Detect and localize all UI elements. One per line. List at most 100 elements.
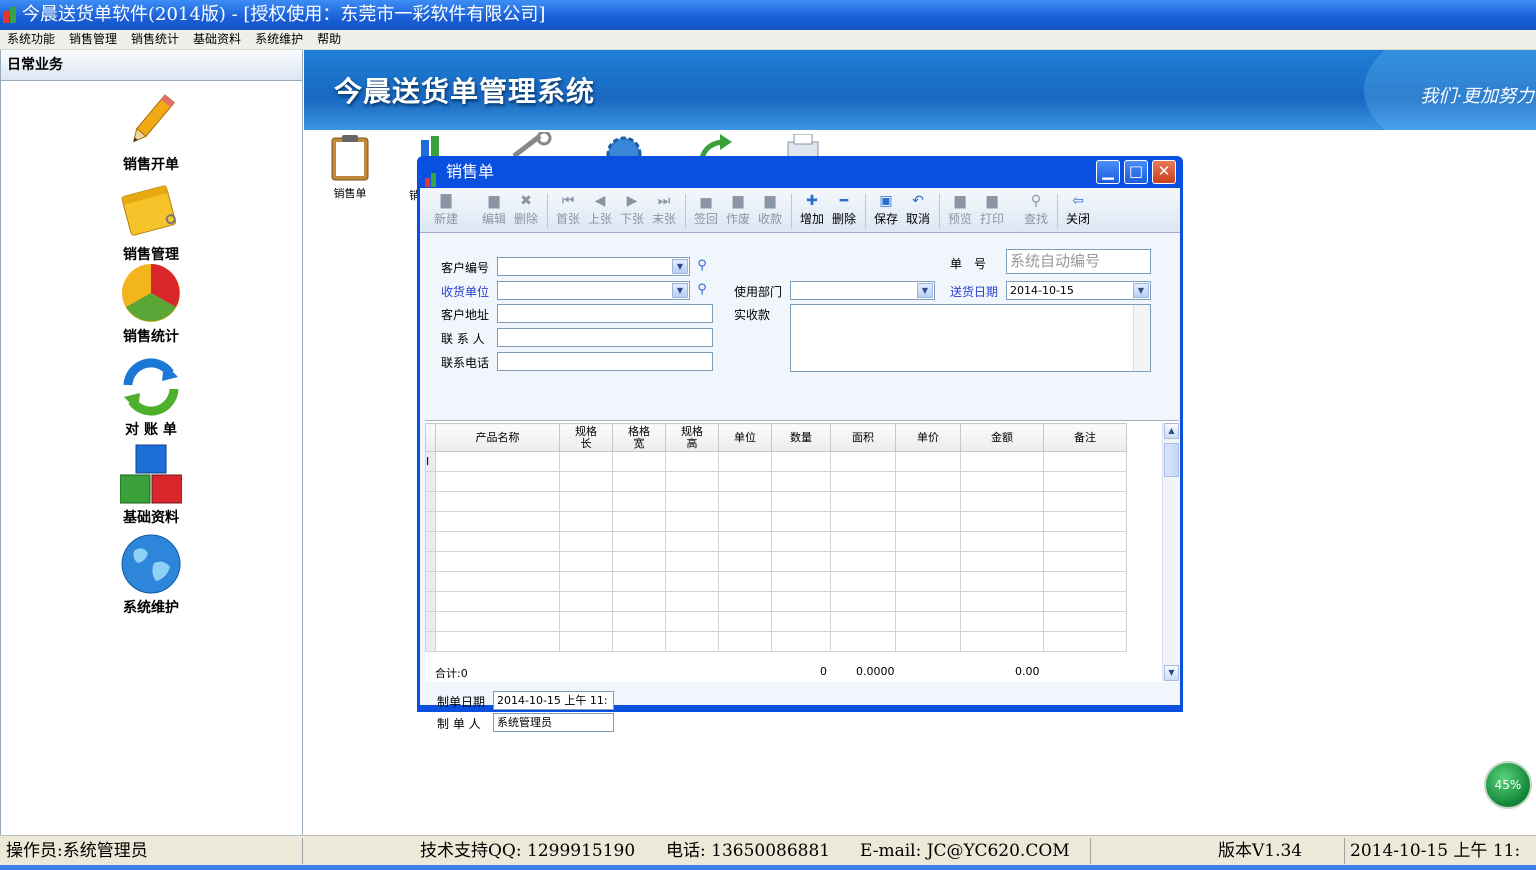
grid-cell[interactable]	[612, 591, 666, 612]
grid-cell[interactable]	[830, 531, 896, 552]
grid-cell[interactable]	[960, 551, 1044, 572]
grid-cell[interactable]	[895, 551, 961, 572]
creator-field[interactable]: 系统管理员	[493, 713, 614, 732]
column-header[interactable]: 单位	[718, 423, 772, 452]
sidebar-item-system-maintenance[interactable]: 系统维护	[106, 533, 196, 617]
grid-cell[interactable]	[895, 491, 961, 512]
row-header[interactable]	[425, 491, 436, 512]
search-icon[interactable]: ⚲	[694, 258, 710, 274]
grid-cell[interactable]	[1043, 511, 1127, 532]
menu-sales-statistics[interactable]: 销售统计	[124, 30, 186, 49]
grid-cell[interactable]	[830, 611, 896, 632]
table-row[interactable]	[425, 551, 1127, 572]
sign-back-button[interactable]: ▅ 签回	[690, 192, 722, 227]
product-grid[interactable]: 产品名称 规格长 格格宽 规格高 单位 数量 面积 单价 金额 备注 I ▲ ▼	[425, 420, 1179, 682]
grid-cell[interactable]	[771, 511, 831, 532]
maximize-button[interactable]: □	[1124, 160, 1148, 184]
save-button[interactable]: ▣ 保存	[870, 192, 902, 227]
grid-cell[interactable]	[718, 591, 772, 612]
column-header[interactable]: 金额	[960, 423, 1044, 452]
grid-cell[interactable]	[960, 471, 1044, 492]
next-record-button[interactable]: ▶ 下张	[616, 192, 648, 227]
grid-cell[interactable]	[435, 491, 560, 512]
grid-cell[interactable]	[665, 551, 719, 572]
textarea-scrollbar[interactable]	[1133, 305, 1150, 371]
row-header[interactable]	[425, 551, 436, 572]
column-header[interactable]: 单价	[895, 423, 961, 452]
scroll-down-icon[interactable]: ▼	[1164, 665, 1179, 681]
grid-cell[interactable]	[435, 471, 560, 492]
search-icon[interactable]: ⚲	[694, 282, 710, 298]
row-header[interactable]	[425, 591, 436, 612]
grid-cell[interactable]	[895, 591, 961, 612]
grid-cell[interactable]	[612, 511, 666, 532]
column-header[interactable]: 规格长	[559, 423, 613, 452]
grid-cell[interactable]	[665, 571, 719, 592]
grid-cell[interactable]	[960, 451, 1044, 472]
column-header[interactable]: 数量	[771, 423, 831, 452]
grid-scrollbar[interactable]: ▲ ▼	[1162, 423, 1179, 681]
order-no-input[interactable]: 系统自动编号	[1006, 249, 1151, 274]
grid-cell[interactable]	[960, 631, 1044, 652]
find-button[interactable]: ⚲ 查找	[1020, 192, 1052, 227]
grid-cell[interactable]	[830, 471, 896, 492]
edit-button[interactable]: ▆ 编辑	[478, 192, 510, 227]
grid-cell[interactable]	[612, 611, 666, 632]
grid-cell[interactable]	[771, 551, 831, 572]
column-header[interactable]: 备注	[1043, 423, 1127, 452]
new-button[interactable]: ▇ 新建	[430, 192, 462, 227]
receive-payment-button[interactable]: ▆ 收款	[754, 192, 786, 227]
chevron-down-icon[interactable]: ▼	[672, 283, 688, 298]
grid-cell[interactable]	[718, 571, 772, 592]
grid-cell[interactable]	[665, 591, 719, 612]
print-button[interactable]: ▆ 打印	[976, 192, 1008, 227]
grid-cell[interactable]	[1043, 631, 1127, 652]
table-row[interactable]	[425, 491, 1127, 512]
grid-cell[interactable]	[771, 531, 831, 552]
table-row[interactable]	[425, 511, 1127, 532]
grid-cell[interactable]	[895, 571, 961, 592]
department-select[interactable]: ▼	[790, 281, 935, 300]
grid-cell[interactable]	[960, 611, 1044, 632]
grid-cell[interactable]	[1043, 551, 1127, 572]
menu-system-maintenance[interactable]: 系统维护	[248, 30, 310, 49]
grid-cell[interactable]	[771, 451, 831, 472]
grid-cell[interactable]	[559, 631, 613, 652]
minimize-button[interactable]: ▁	[1096, 160, 1120, 184]
receiver-select[interactable]: ▼	[497, 281, 690, 300]
grid-cell[interactable]	[665, 471, 719, 492]
grid-cell[interactable]	[665, 511, 719, 532]
grid-cell[interactable]	[830, 491, 896, 512]
grid-cell[interactable]	[665, 631, 719, 652]
grid-cell[interactable]	[830, 511, 896, 532]
grid-cell[interactable]	[559, 511, 613, 532]
cancel-button[interactable]: ↶ 取消	[902, 192, 934, 227]
close-dialog-button[interactable]: ⇦ 关闭	[1062, 192, 1094, 227]
row-header[interactable]	[425, 511, 436, 532]
grid-cell[interactable]	[895, 451, 961, 472]
void-button[interactable]: ▆ 作废	[722, 192, 754, 227]
grid-cell[interactable]	[559, 451, 613, 472]
grid-cell[interactable]	[718, 471, 772, 492]
grid-cell[interactable]	[435, 551, 560, 572]
sidebar-item-basic-data[interactable]: 基础资料	[106, 443, 196, 527]
contact-input[interactable]	[497, 328, 713, 347]
add-row-button[interactable]: ✚ 增加	[796, 192, 828, 227]
grid-cell[interactable]	[1043, 591, 1127, 612]
grid-cell[interactable]	[612, 551, 666, 572]
menu-sales-management[interactable]: 销售管理	[62, 30, 124, 49]
last-record-button[interactable]: ⏭ 末张	[648, 192, 680, 227]
grid-cell[interactable]	[665, 611, 719, 632]
grid-cell[interactable]	[960, 591, 1044, 612]
grid-cell[interactable]	[718, 611, 772, 632]
grid-cell[interactable]	[612, 491, 666, 512]
grid-cell[interactable]	[830, 571, 896, 592]
menu-system-functions[interactable]: 系统功能	[0, 30, 62, 49]
grid-cell[interactable]	[718, 511, 772, 532]
first-record-button[interactable]: ⏮ 首张	[552, 192, 584, 227]
grid-cell[interactable]	[435, 571, 560, 592]
grid-cell[interactable]	[1043, 571, 1127, 592]
grid-cell[interactable]	[895, 511, 961, 532]
grid-cell[interactable]	[559, 591, 613, 612]
grid-cell[interactable]	[665, 531, 719, 552]
